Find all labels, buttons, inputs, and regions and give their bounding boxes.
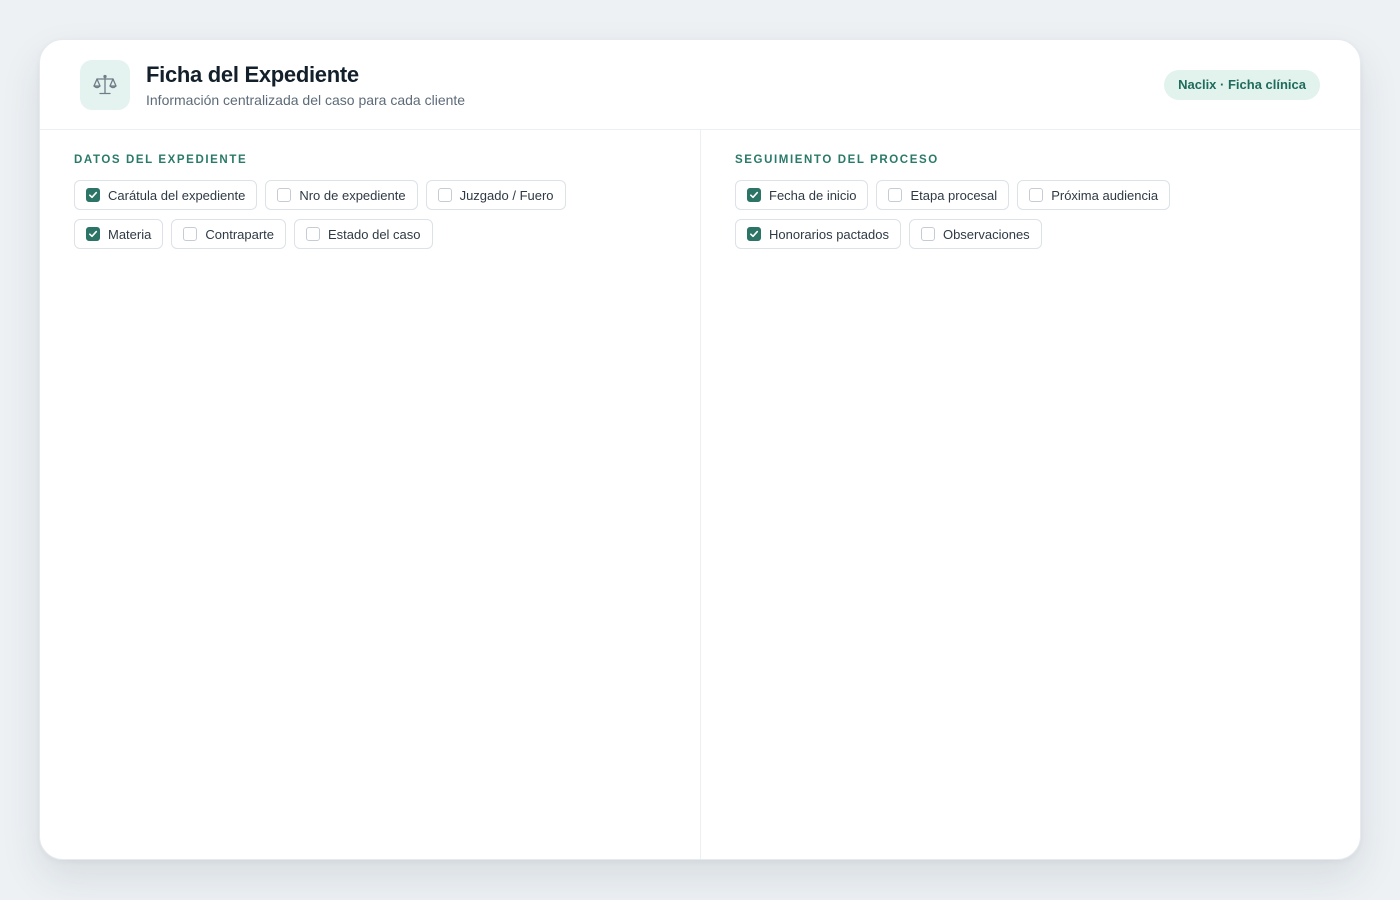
check-icon [89,230,98,238]
checkbox-nro-expediente[interactable]: Nro de expediente [265,180,418,210]
checkbox-box[interactable] [888,188,903,202]
checkbox-label: Etapa procesal [910,187,998,203]
check-icon [89,191,98,199]
expediente-card: Ficha del Expediente Información central… [39,39,1361,860]
checkbox-label: Honorarios pactados [769,226,889,242]
section-title: SEGUIMIENTO DEL PROCESO [735,154,939,166]
checkbox-estado-caso[interactable]: Estado del caso [294,219,433,249]
checkbox-box[interactable] [920,227,935,241]
checkbox-label: Estado del caso [328,226,421,242]
checkbox-materia[interactable]: Materia [74,219,164,249]
checkbox-box[interactable] [747,227,761,241]
checkbox-group: Fecha de inicio Etapa procesal Próxima a… [735,180,1295,249]
check-icon [750,230,759,238]
checkbox-label: Observaciones [942,226,1030,242]
section-title: DATOS DEL EXPEDIENTE [74,154,248,166]
checkbox-label: Juzgado / Fuero [459,187,554,203]
checkbox-honorarios-pactados[interactable]: Honorarios pactados [735,219,901,249]
logo [80,60,130,110]
checkbox-label: Fecha de inicio [769,187,857,203]
panel-datos-expediente: DATOS DEL EXPEDIENTE Carátula del expedi… [40,130,701,859]
checkbox-box[interactable] [277,188,292,202]
brand-badge: Naclix · Ficha clínica [1164,70,1320,100]
checkbox-label: Próxima audiencia [1051,187,1159,203]
checkbox-box[interactable] [1029,188,1044,202]
checkbox-box[interactable] [437,188,452,202]
checkbox-label: Carátula del expediente [108,187,246,203]
panel-seguimiento-proceso: SEGUIMIENTO DEL PROCESO Fecha de inicio … [701,130,1360,859]
checkbox-etapa-procesal[interactable]: Etapa procesal [876,180,1010,210]
checkbox-box[interactable] [86,227,100,241]
checkbox-label: Materia [108,226,152,242]
checkbox-juzgado-fuero[interactable]: Juzgado / Fuero [425,180,566,210]
checkbox-fecha-inicio[interactable]: Fecha de inicio [735,180,869,210]
page-title: Ficha del Expediente [146,62,359,87]
checkbox-contraparte[interactable]: Contraparte [171,219,287,249]
checkbox-box[interactable] [747,188,761,202]
checkbox-box[interactable] [306,227,321,241]
balance-scale-icon [93,74,117,95]
check-icon [750,191,759,199]
card-header: Ficha del Expediente Información central… [40,40,1360,130]
checkbox-group: Carátula del expediente Nro de expedient… [74,180,634,249]
checkbox-label: Nro de expediente [299,187,406,203]
page-subtitle: Información centralizada del caso para c… [146,92,466,108]
checkbox-proxima-audiencia[interactable]: Próxima audiencia [1017,180,1171,210]
checkbox-caratula[interactable]: Carátula del expediente [74,180,258,210]
checkbox-observaciones[interactable]: Observaciones [908,219,1042,249]
checkbox-box[interactable] [183,227,198,241]
checkbox-label: Contraparte [205,226,275,242]
checkbox-box[interactable] [86,188,100,202]
